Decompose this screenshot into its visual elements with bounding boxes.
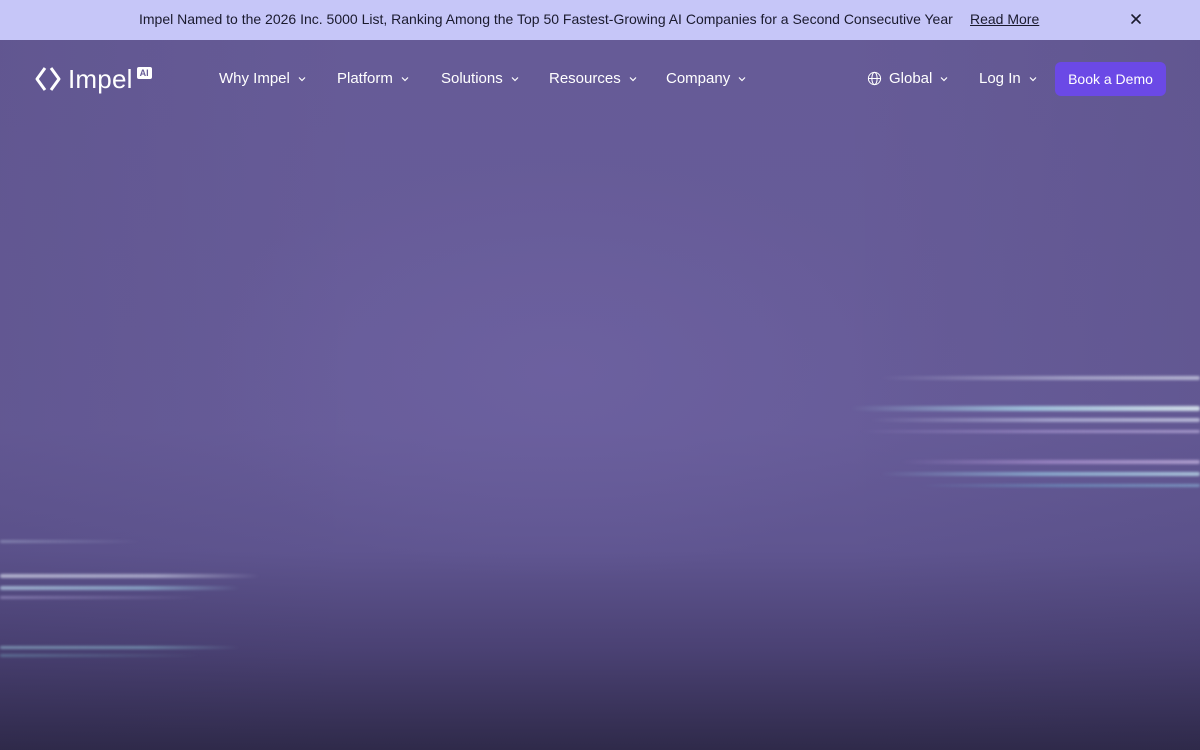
region-label: Global [889, 70, 933, 87]
brand-name: Impel [68, 63, 133, 94]
nav-item-solutions[interactable]: Solutions [441, 70, 520, 87]
light-streak [880, 376, 1200, 380]
chevron-down-icon [1029, 76, 1037, 81]
read-more-link[interactable]: Read More [970, 11, 1039, 27]
hero-background [0, 40, 1200, 750]
login-label: Log In [979, 70, 1021, 87]
light-streak [880, 472, 1200, 476]
region-selector[interactable]: Global [867, 70, 949, 87]
chevron-down-icon [511, 76, 519, 81]
nav-item-label: Why Impel [219, 70, 290, 87]
announcement-text: Impel Named to the 2026 Inc. 5000 List, … [139, 11, 953, 27]
light-streak [870, 418, 1200, 422]
chevron-down-icon [738, 76, 746, 81]
announcement-bar: Impel Named to the 2026 Inc. 5000 List, … [0, 0, 1200, 40]
chevron-down-icon [940, 76, 948, 81]
main-navigation: Impel AI Why Impel Platform Solutions Re… [0, 40, 1200, 118]
nav-item-why-impel[interactable]: Why Impel [219, 70, 307, 87]
nav-item-platform[interactable]: Platform [337, 70, 410, 87]
light-streak [850, 406, 1200, 411]
nav-item-resources[interactable]: Resources [549, 70, 638, 87]
impel-logo-icon [35, 67, 61, 91]
light-streak [860, 430, 1200, 433]
light-streak [0, 654, 200, 657]
light-streak [0, 586, 240, 590]
nav-item-label: Company [666, 70, 731, 87]
nav-item-label: Solutions [441, 70, 503, 87]
light-streak [900, 460, 1200, 464]
nav-item-label: Resources [549, 70, 621, 87]
light-streak [0, 574, 260, 578]
brand-logo[interactable]: Impel AI [34, 64, 152, 94]
book-demo-button[interactable]: Book a Demo [1055, 62, 1166, 96]
light-streak [920, 484, 1200, 487]
light-streak [0, 596, 200, 599]
chevron-down-icon [401, 76, 409, 81]
chevron-down-icon [629, 76, 637, 81]
globe-icon [867, 71, 882, 86]
light-streak [0, 646, 240, 649]
brand-badge: AI [136, 67, 152, 79]
chevron-down-icon [298, 76, 306, 81]
nav-item-company[interactable]: Company [666, 70, 747, 87]
login-menu[interactable]: Log In [979, 70, 1038, 87]
light-streak [0, 540, 140, 543]
close-icon[interactable] [1128, 11, 1144, 27]
nav-item-label: Platform [337, 70, 393, 87]
